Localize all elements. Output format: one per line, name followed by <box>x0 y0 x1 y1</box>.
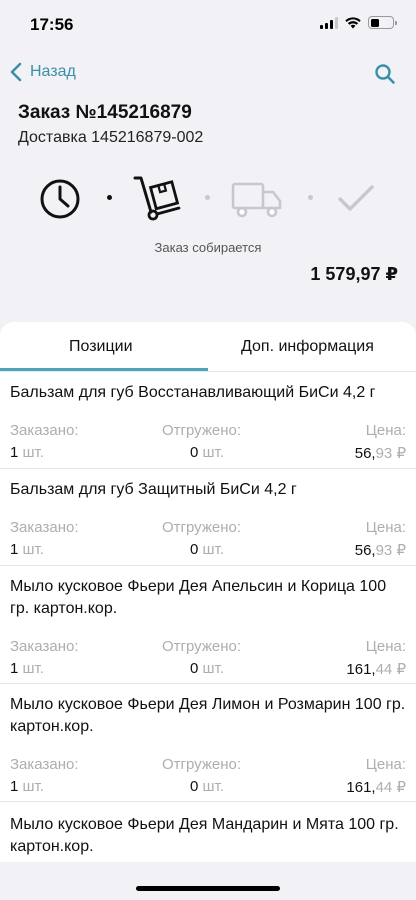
search-button[interactable] <box>374 63 396 90</box>
step-separator <box>308 195 313 200</box>
cellular-signal-icon <box>320 16 338 29</box>
ordered-label: Заказано: <box>10 422 79 439</box>
item-name: Бальзам для губ Защитный БиСи 4,2 г <box>10 481 297 498</box>
price-label: Цена: <box>365 638 406 655</box>
status-icons <box>320 16 397 29</box>
checkmark-icon <box>338 185 374 211</box>
ordered-value: 1 шт. <box>10 444 44 461</box>
hand-truck-icon <box>133 176 181 221</box>
item-name: Мыло кусковое Фьери Дея Мандарин и Мята … <box>10 816 399 855</box>
price-value: 161,44 ₽ <box>346 779 406 796</box>
clock-icon <box>40 179 80 219</box>
tab-positions[interactable]: Позиции <box>69 338 133 356</box>
ordered-label: Заказано: <box>10 638 79 655</box>
ordered-label: Заказано: <box>10 519 79 536</box>
shipped-label: Отгружено: <box>162 422 242 439</box>
ordered-value: 1 шт. <box>10 541 44 558</box>
step-separator <box>107 195 112 200</box>
list-item[interactable]: Бальзам для губ Защитный БиСи 4,2 г Зака… <box>0 469 416 566</box>
order-title: Заказ №145216879 <box>18 102 192 123</box>
shipped-label: Отгружено: <box>162 756 242 773</box>
ordered-value: 1 шт. <box>10 778 44 795</box>
step-separator <box>205 195 210 200</box>
shipped-value: 0 шт. <box>190 444 224 461</box>
home-indicator[interactable] <box>136 886 280 891</box>
price-label: Цена: <box>365 422 406 439</box>
back-button[interactable]: Назад <box>10 62 76 82</box>
item-name: Бальзам для губ Восстанавливающий БиСи 4… <box>10 384 376 401</box>
tab-extra-info[interactable]: Доп. информация <box>241 338 374 356</box>
price-value: 56,93 ₽ <box>354 445 406 462</box>
order-details-card: Позиции Доп. информация Бальзам для губ … <box>0 322 416 862</box>
delivery-truck-icon <box>231 182 282 218</box>
chevron-left-icon <box>10 62 22 82</box>
delivery-number: Доставка 145216879-002 <box>18 129 204 146</box>
shipped-label: Отгружено: <box>162 519 242 536</box>
ordered-label: Заказано: <box>10 756 79 773</box>
nav-bar: Назад <box>0 58 416 92</box>
ordered-value: 1 шт. <box>10 660 44 677</box>
shipped-value: 0 шт. <box>190 778 224 795</box>
list-item[interactable]: Мыло кусковое Фьери Дея Мандарин и Мята … <box>0 802 416 862</box>
shipped-label: Отгружено: <box>162 638 242 655</box>
order-progress <box>0 172 416 224</box>
battery-icon <box>368 16 397 29</box>
price-value: 56,93 ₽ <box>354 542 406 559</box>
list-item[interactable]: Бальзам для губ Восстанавливающий БиСи 4… <box>0 372 416 469</box>
back-label: Назад <box>30 63 76 80</box>
status-time: 17:56 <box>30 15 74 34</box>
order-status: Заказ собирается <box>154 240 262 255</box>
search-icon <box>375 64 395 84</box>
shipped-value: 0 шт. <box>190 541 224 558</box>
price-value: 161,44 ₽ <box>346 661 406 678</box>
shipped-value: 0 шт. <box>190 660 224 677</box>
list-item[interactable]: Мыло кусковое Фьери Дея Лимон и Розмарин… <box>0 684 416 802</box>
item-name: Мыло кусковое Фьери Дея Лимон и Розмарин… <box>10 696 406 735</box>
wifi-icon <box>345 16 361 28</box>
item-name: Мыло кусковое Фьери Дея Апельсин и Кориц… <box>10 578 387 617</box>
tab-bar: Позиции Доп. информация <box>0 322 416 372</box>
status-bar: 17:56 <box>0 0 416 50</box>
list-item[interactable]: Мыло кусковое Фьери Дея Апельсин и Кориц… <box>0 566 416 684</box>
price-label: Цена: <box>365 756 406 773</box>
price-label: Цена: <box>365 519 406 536</box>
order-total: 1 579,97 ₽ <box>310 264 398 284</box>
